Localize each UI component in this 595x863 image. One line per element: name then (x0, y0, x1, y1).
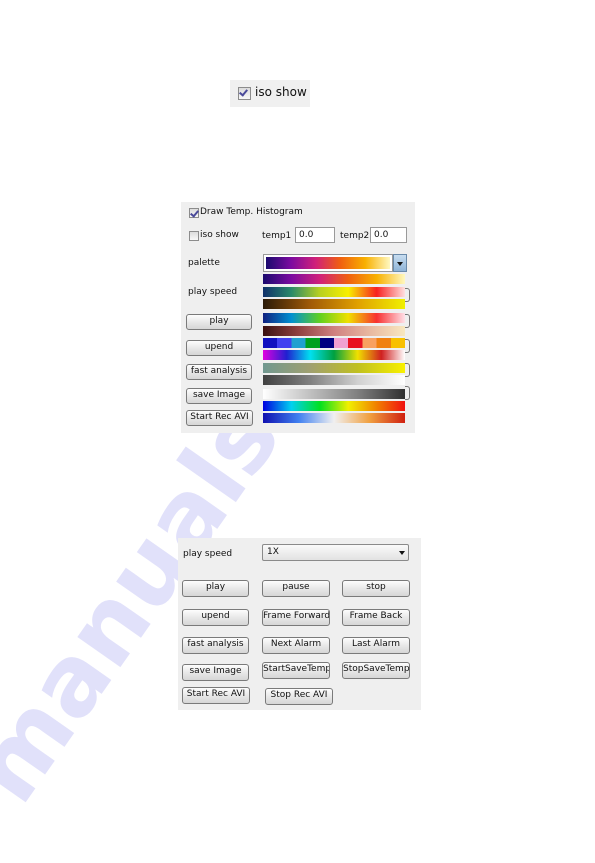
palette-option-medical[interactable] (263, 287, 405, 297)
temp2-label: temp2 (340, 231, 370, 241)
stop-save-temps-button[interactable]: StopSaveTemps (342, 662, 410, 679)
stop-rec-avi-button[interactable]: Stop Rec AVI (265, 688, 333, 705)
hidden-combo-edge (405, 363, 410, 377)
frame-back-button[interactable]: Frame Back (342, 609, 410, 626)
draw-histogram-checkbox[interactable] (189, 208, 199, 218)
iso-show-snippet: iso show (230, 80, 310, 107)
palette-option-black-hot[interactable] (263, 375, 405, 385)
pause-button[interactable]: pause (262, 580, 330, 597)
play-speed-value: 1X (267, 547, 279, 557)
play-speed-label-2: play speed (183, 549, 233, 559)
palette-option-brown-pink[interactable] (263, 326, 405, 336)
frame-forward-button[interactable]: Frame Forward (262, 609, 330, 626)
palette-option-blue-red[interactable] (263, 413, 405, 423)
chevron-down-icon (399, 551, 405, 555)
temp1-label: temp1 (262, 231, 292, 241)
iso-show-checkbox[interactable] (238, 87, 251, 100)
play-button[interactable]: play (186, 314, 252, 330)
palette-dropdown[interactable] (263, 254, 393, 272)
temp2-input[interactable]: 0.0 (370, 227, 407, 243)
last-alarm-button[interactable]: Last Alarm (342, 637, 410, 654)
hidden-combo-edge (405, 339, 410, 353)
save-image-button[interactable]: save Image (186, 388, 252, 404)
hidden-combo-edge (405, 314, 410, 328)
palette-dropdown-button[interactable] (393, 254, 407, 272)
save-image-button-2[interactable]: save Image (182, 664, 249, 681)
start-rec-avi-button[interactable]: Start Rec AVI (186, 410, 253, 426)
hidden-combo-edge (405, 386, 410, 400)
play-speed-label: play speed (188, 287, 238, 297)
fast-analysis-button-2[interactable]: fast analysis (182, 637, 249, 654)
palette-option-rainbow-hc[interactable] (263, 313, 405, 323)
next-alarm-button[interactable]: Next Alarm (262, 637, 330, 654)
iso-show-checkbox-2[interactable] (189, 231, 199, 241)
palette-option-steps[interactable] (263, 338, 405, 348)
palette-option-white-hot[interactable] (263, 389, 405, 399)
chevron-down-icon (397, 262, 403, 266)
palette-option-rainbow2[interactable] (263, 350, 405, 360)
start-save-temps-button[interactable]: StartSaveTemps (262, 662, 330, 679)
iso-show-label-2: iso show (200, 230, 239, 240)
hidden-combo-edge (405, 288, 410, 302)
upend-button-2[interactable]: upend (182, 609, 249, 626)
palette-option-sepia[interactable] (263, 363, 405, 373)
palette-label: palette (188, 258, 220, 268)
play-speed-select[interactable]: 1X (262, 544, 409, 561)
stop-button[interactable]: stop (342, 580, 410, 597)
play-button-2[interactable]: play (182, 580, 249, 597)
temp1-input[interactable]: 0.0 (295, 227, 335, 243)
palette-selected-swatch (266, 257, 390, 269)
palette-option-amber[interactable] (263, 299, 405, 309)
upend-button[interactable]: upend (186, 340, 252, 356)
iso-show-label: iso show (255, 85, 307, 99)
fast-analysis-button[interactable]: fast analysis (186, 364, 252, 380)
draw-histogram-label: Draw Temp. Histogram (200, 207, 303, 217)
palette-option-rainbow[interactable] (263, 401, 405, 411)
palette-option-iron[interactable] (263, 274, 405, 284)
start-rec-avi-button-2[interactable]: Start Rec AVI (182, 687, 250, 704)
